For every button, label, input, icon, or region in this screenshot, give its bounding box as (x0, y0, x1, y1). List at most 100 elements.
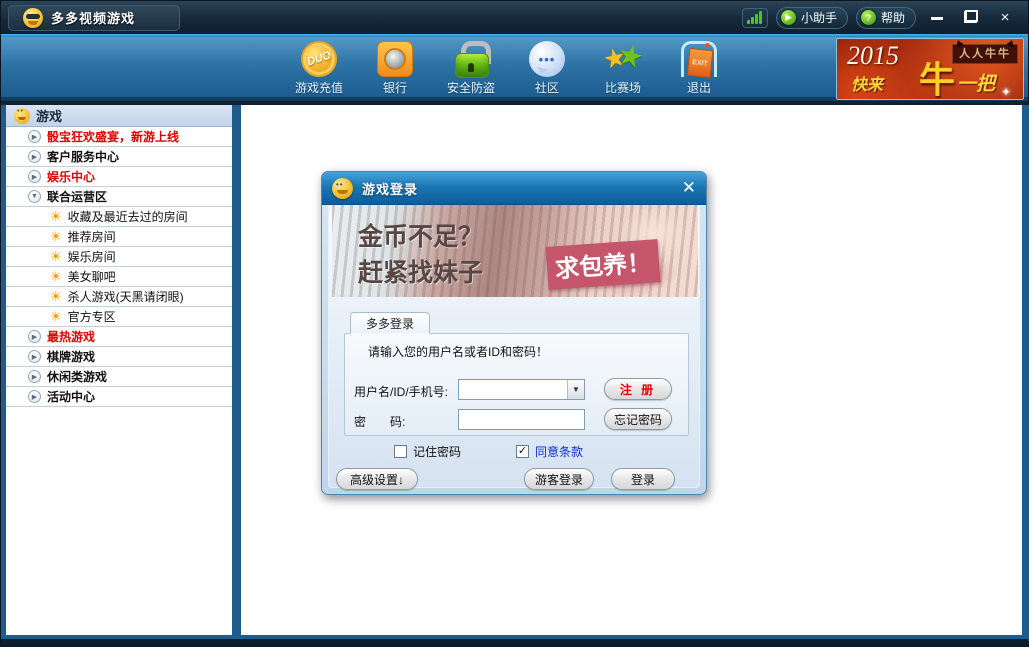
login-button[interactable]: 登录 (611, 468, 675, 490)
expand-arrow-icon[interactable]: ▶ (28, 170, 41, 183)
sidebar-item-label: 骰宝狂欢盛宴，新游上线 (47, 128, 179, 145)
sidebar-item[interactable]: ☀ 推荐房间 (6, 227, 232, 247)
expand-arrow-icon[interactable]: ▶ (28, 150, 41, 163)
sun-icon[interactable]: ☀ (50, 210, 62, 223)
sidebar-item[interactable]: ☀杀人游戏(天黑请闭眼) (6, 287, 232, 307)
dialog-titlebar[interactable]: 游戏登录 ✕ (322, 172, 706, 205)
sidebar-item[interactable]: ▶ 骰宝狂欢盛宴，新游上线 (6, 127, 232, 147)
sun-icon[interactable]: ☀ (50, 270, 62, 283)
toolbar-items: DUO 游戏充值银行安全防盗 ••• 社区 ★★ 比赛场 退出 (284, 39, 734, 96)
remember-password-checkbox[interactable]: 记住密码 (394, 443, 461, 460)
exit-door-icon (681, 41, 717, 77)
chevron-down-icon[interactable]: ▼ (567, 380, 584, 399)
sidebar-item-label: 推荐房间 (68, 228, 116, 245)
security-lock-icon (453, 41, 489, 77)
expand-arrow-icon[interactable]: ▶ (28, 390, 41, 403)
toolbar-item-label: 比赛场 (605, 79, 641, 96)
sidebar-item[interactable]: ▶ 客户服务中心 (6, 147, 232, 167)
toolbar-item-recharge-coin[interactable]: DUO 游戏充值 (284, 39, 354, 96)
sidebar-item[interactable]: ☀ 娱乐房间 (6, 247, 232, 267)
sidebar-item[interactable]: ▶ 休闲类游戏 (6, 367, 232, 387)
sidebar-list: ▶ 骰宝狂欢盛宴，新游上线 ▶ 客户服务中心 ▶ 娱乐中心 ▼联合运营区 ☀ 收藏及最近去过的房… (6, 127, 232, 407)
app-window: 多多视频游戏 ▶ 小助手 ? 帮助 × DUO 游戏充值银行安全防盗 ••• 社区 ★★… (0, 0, 1029, 647)
restore-button[interactable] (958, 7, 984, 29)
sun-icon[interactable]: ☀ (50, 290, 62, 303)
toolbar-item-bank-safe[interactable]: 银行 (360, 39, 430, 96)
recharge-coin-icon: DUO (301, 41, 337, 77)
question-icon: ? (861, 10, 876, 25)
smiley-icon (14, 108, 30, 124)
sidebar-item[interactable]: ☀ 收藏及最近去过的房间 (6, 207, 232, 227)
sidebar-item[interactable]: ▶ 娱乐中心 (6, 167, 232, 187)
promo-badge: 人人牛牛 (952, 44, 1018, 64)
sidebar-item-label: 娱乐中心 (47, 168, 95, 185)
sidebar-main-divider (232, 105, 241, 635)
bottom-strip (1, 639, 1028, 646)
toolbar-item-security-lock[interactable]: 安全防盗 (436, 39, 506, 96)
dialog-ad-photo[interactable]: 金币不足？ 赶紧找妹子 求包养！ (332, 205, 698, 297)
sidebar-item-label: 活动中心 (47, 388, 95, 405)
arena-stars-icon: ★★ (605, 41, 641, 77)
titlebar-controls: ▶ 小助手 ? 帮助 × (742, 7, 1018, 29)
community-bubble-icon: ••• (529, 41, 565, 77)
play-icon: ▶ (781, 10, 796, 25)
minimize-button[interactable] (924, 7, 950, 29)
close-button[interactable]: × (992, 7, 1018, 29)
dialog-close-button[interactable]: ✕ (682, 178, 696, 198)
checkbox-unchecked-icon[interactable] (394, 445, 407, 458)
dialog-title: 游戏登录 (362, 179, 418, 198)
sidebar-item[interactable]: ▼联合运营区 (6, 187, 232, 207)
expand-arrow-icon[interactable]: ▶ (28, 330, 41, 343)
expand-arrow-icon[interactable]: ▶ (28, 370, 41, 383)
sidebar-item[interactable]: ☀官方专区 (6, 307, 232, 327)
toolbar-item-label: 游戏充值 (295, 79, 343, 96)
dialog-smiley-icon (332, 178, 353, 199)
checkbox-checked-icon[interactable]: ✓ (516, 445, 529, 458)
toolbar-item-exit-door[interactable]: 退出 (664, 39, 734, 96)
assistant-button[interactable]: ▶ 小助手 (776, 7, 848, 29)
agree-terms-checkbox[interactable]: ✓ 同意条款 (516, 443, 583, 460)
sidebar-item-label: 客户服务中心 (47, 148, 119, 165)
sparkle-icon: ✦ (1001, 85, 1011, 99)
sidebar-header-label: 游戏 (36, 106, 62, 125)
username-input[interactable] (459, 380, 567, 399)
password-input[interactable] (458, 409, 585, 430)
sidebar-item-label: 收藏及最近去过的房间 (68, 208, 188, 225)
forgot-password-button[interactable]: 忘记密码 (604, 408, 672, 430)
help-button[interactable]: ? 帮助 (856, 7, 916, 29)
sidebar: 游戏 ▶ 骰宝狂欢盛宴，新游上线 ▶ 客户服务中心 ▶ 娱乐中心 ▼联合运营区 ☀ 收藏及最近去… (6, 105, 232, 635)
promo-tagline-big: 牛 (919, 51, 955, 100)
ad-highlight: 求包养！ (546, 239, 661, 290)
sidebar-item[interactable]: ▶ 棋牌游戏 (6, 347, 232, 367)
sidebar-item-label: 娱乐房间 (68, 248, 116, 265)
sidebar-item[interactable]: ▶ 活动中心 (6, 387, 232, 407)
sun-icon[interactable]: ☀ (50, 230, 62, 243)
toolbar-item-community-bubble[interactable]: ••• 社区 (512, 39, 582, 96)
sidebar-item-label: 休闲类游戏 (47, 368, 107, 385)
sidebar-item-label: 棋牌游戏 (47, 348, 95, 365)
register-button[interactable]: 注 册 (604, 378, 672, 400)
promo-banner[interactable]: 2015 快来 牛 一把 人人牛牛 ✦ (836, 38, 1024, 100)
toolbar-item-label: 社区 (535, 79, 559, 96)
password-label: 密 码: (354, 413, 405, 430)
sun-icon[interactable]: ☀ (50, 250, 62, 263)
sun-icon[interactable]: ☀ (50, 310, 62, 323)
promo-tagline-suffix: 一把 (957, 69, 995, 96)
sidebar-item[interactable]: ▶ 最热游戏 (6, 327, 232, 347)
login-instruction: 请输入您的用户名或者ID和密码！ (368, 343, 548, 360)
tab-duoduo-login[interactable]: 多多登录 (350, 312, 430, 334)
network-signal-icon[interactable] (742, 8, 768, 28)
app-logo-smiley-icon (23, 8, 43, 28)
toolbar-item-label: 退出 (687, 79, 711, 96)
guest-login-button[interactable]: 游客登录 (524, 468, 594, 490)
expand-arrow-icon[interactable]: ▶ (28, 130, 41, 143)
collapse-arrow-icon[interactable]: ▼ (28, 190, 41, 203)
app-logo-box: 多多视频游戏 (8, 5, 180, 31)
sidebar-header-games[interactable]: 游戏 (6, 105, 232, 127)
sidebar-item-label: 最热游戏 (47, 328, 95, 345)
toolbar-item-arena-stars[interactable]: ★★ 比赛场 (588, 39, 658, 96)
titlebar: 多多视频游戏 ▶ 小助手 ? 帮助 × (1, 1, 1028, 34)
advanced-settings-button[interactable]: 高级设置↓ (336, 468, 418, 490)
expand-arrow-icon[interactable]: ▶ (28, 350, 41, 363)
sidebar-item[interactable]: ☀美女聊吧 (6, 267, 232, 287)
